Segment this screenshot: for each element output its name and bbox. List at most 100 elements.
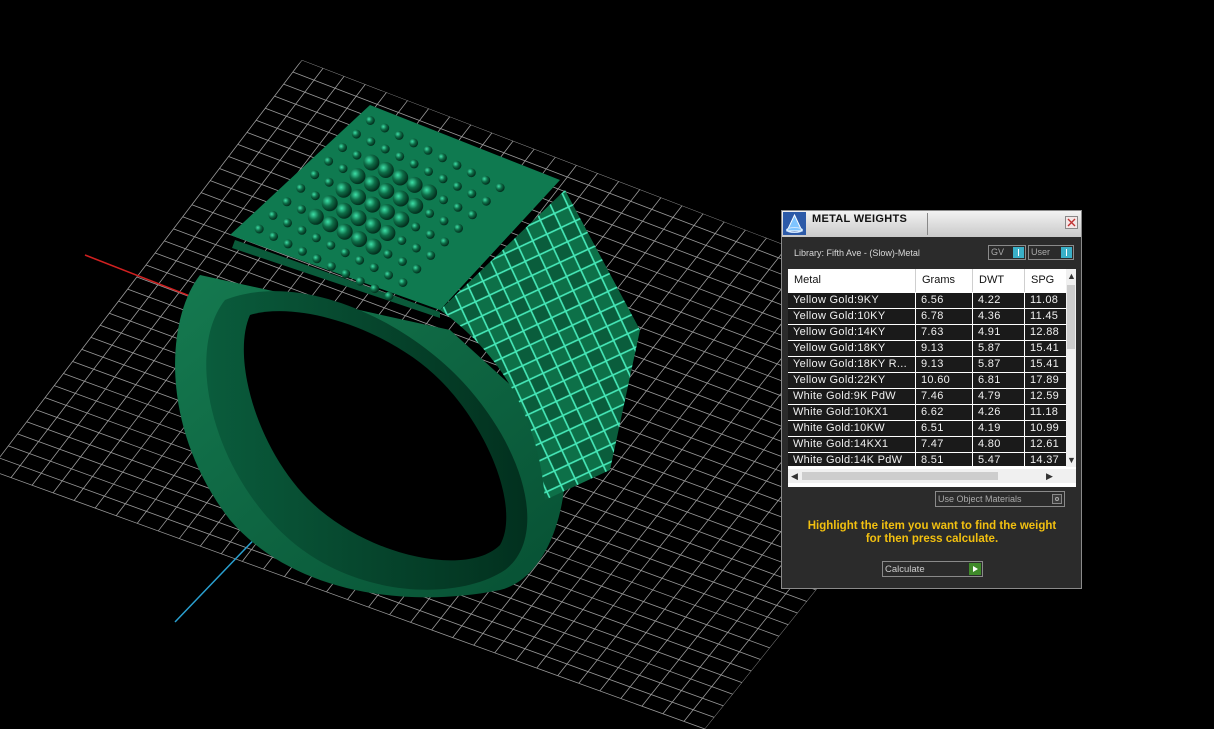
gem-stone (363, 175, 380, 192)
vertical-scroll-thumb[interactable] (1067, 285, 1075, 349)
gem-stone (296, 204, 306, 214)
cell-metal: Yellow Gold:22KY (788, 373, 916, 388)
gv-label: GV (991, 247, 1005, 257)
scroll-right-icon[interactable]: ▶ (1046, 471, 1053, 481)
gem-stone (365, 116, 375, 125)
table-row[interactable]: Yellow Gold:10KY 6.78 4.36 11.45 (788, 309, 1066, 325)
table-row[interactable]: White Gold:14K PdW 8.51 5.47 14.37 (788, 453, 1066, 466)
gem-stone (283, 218, 292, 228)
gem-stone (365, 217, 381, 234)
gem-stone (363, 154, 380, 171)
horizontal-scrollbar[interactable]: ◀ ▶ (788, 469, 1076, 483)
gem-stone (341, 269, 351, 279)
table-row[interactable]: White Gold:10KW 6.51 4.19 10.99 (788, 421, 1066, 437)
cell-metal: White Gold:14KX1 (788, 437, 916, 452)
cell-grams: 7.63 (916, 325, 973, 340)
gem-stone (254, 224, 264, 234)
gem-stone (440, 237, 450, 247)
horizontal-scroll-thumb[interactable] (802, 472, 998, 480)
cell-spg: 11.45 (1030, 310, 1059, 322)
gem-stone (425, 208, 435, 218)
gem-stone (439, 216, 449, 226)
gem-stone (409, 138, 419, 148)
gem-stone (398, 278, 408, 287)
cell-spg: 12.88 (1030, 326, 1060, 338)
cell-metal: White Gold:10KX1 (788, 405, 916, 420)
table-row[interactable]: Yellow Gold:14KY 7.63 4.91 12.88 (788, 325, 1066, 341)
user-toggle[interactable]: User (1028, 245, 1074, 260)
gem-stone (310, 191, 320, 201)
gem-stone (349, 168, 366, 185)
vertical-scrollbar[interactable]: ▲ ▼ (1066, 269, 1076, 467)
gem-stone (296, 183, 306, 193)
cell-spg: 11.08 (1030, 294, 1059, 306)
cell-spg: 10.99 (1030, 422, 1060, 434)
gv-toggle[interactable]: GV (988, 245, 1026, 260)
cell-grams: 6.62 (916, 405, 973, 420)
table-row[interactable]: White Gold:14KX1 7.47 4.80 12.61 (788, 437, 1066, 453)
gem-stone (322, 216, 339, 233)
cell-spg: 12.61 (1030, 438, 1060, 450)
gem-stone (406, 176, 423, 193)
gem-stone (380, 144, 390, 154)
user-toggle-knob (1061, 247, 1072, 258)
cell-dwt: 5.87 (973, 341, 1025, 356)
gem-stone (481, 196, 491, 206)
gem-stone (421, 184, 438, 201)
cell-dwt: 4.22 (973, 293, 1025, 308)
cell-spg: 11.18 (1030, 406, 1059, 418)
gem-stone (310, 170, 320, 180)
cell-metal: Yellow Gold:9KY (788, 293, 916, 308)
panel-titlebar[interactable]: METAL WEIGHTS (782, 211, 1081, 237)
gem-stone (338, 164, 348, 174)
table-header: Metal Grams DWT SPG (788, 269, 1066, 292)
gem-stone (495, 183, 505, 193)
cell-dwt: 4.91 (973, 325, 1025, 340)
column-header-grams[interactable]: Grams (916, 269, 973, 292)
gem-stone (423, 145, 433, 155)
scroll-up-icon[interactable]: ▲ (1067, 271, 1076, 281)
gem-stone (380, 123, 390, 133)
gem-stone (377, 162, 394, 178)
gem-stone (338, 143, 347, 153)
gem-stone (282, 197, 292, 207)
gem-stone (397, 236, 407, 245)
column-header-metal[interactable]: Metal (788, 269, 916, 292)
cell-metal: White Gold:9K PdW (788, 389, 916, 404)
instruction-text: Highlight the item you want to find the … (792, 520, 1072, 546)
gem-stone (407, 197, 424, 214)
scroll-down-icon[interactable]: ▼ (1067, 455, 1076, 465)
use-object-materials-toggle[interactable]: Use Object Materials (935, 491, 1065, 507)
gem-stone (466, 168, 476, 178)
gem-stone (392, 169, 409, 186)
gem-stone (307, 208, 324, 225)
table-row[interactable]: Yellow Gold:22KY 10.60 6.81 17.89 (788, 373, 1066, 389)
gem-stone (392, 190, 409, 207)
cell-dwt: 4.80 (973, 437, 1025, 452)
table-body: Yellow Gold:9KY 6.56 4.22 11.08 Yellow Gold:… (788, 293, 1066, 466)
calculate-label: Calculate (885, 564, 925, 575)
calculate-button[interactable]: Calculate (882, 561, 983, 577)
table-row[interactable]: White Gold:9K PdW 7.46 4.79 12.59 (788, 389, 1066, 405)
column-header-spg[interactable]: SPG (1025, 269, 1066, 292)
gem-stone (409, 159, 419, 169)
gem-stone (454, 223, 463, 233)
gem-stone (283, 239, 293, 249)
gem-stone (312, 254, 322, 264)
scroll-left-icon[interactable]: ◀ (791, 471, 798, 481)
table-row[interactable]: Yellow Gold:18KY 9.13 5.87 15.41 (788, 341, 1066, 357)
gem-stone (452, 181, 462, 191)
use-object-materials-label: Use Object Materials (938, 494, 1022, 504)
gem-stone (395, 151, 405, 161)
table-row[interactable]: Yellow Gold:18KY R... 9.13 5.87 15.41 (788, 357, 1066, 373)
cell-dwt: 4.36 (973, 309, 1025, 324)
cell-spg: 12.59 (1030, 390, 1060, 402)
close-button[interactable] (1065, 216, 1078, 229)
table-row[interactable]: Yellow Gold:9KY 6.56 4.22 11.08 (788, 293, 1066, 309)
column-header-dwt[interactable]: DWT (973, 269, 1025, 292)
table-row[interactable]: White Gold:10KX1 6.62 4.26 11.18 (788, 405, 1066, 421)
ring-model[interactable] (175, 105, 640, 598)
gem-stone (384, 291, 394, 301)
gem-stone (411, 243, 421, 253)
gem-stone (397, 257, 407, 266)
